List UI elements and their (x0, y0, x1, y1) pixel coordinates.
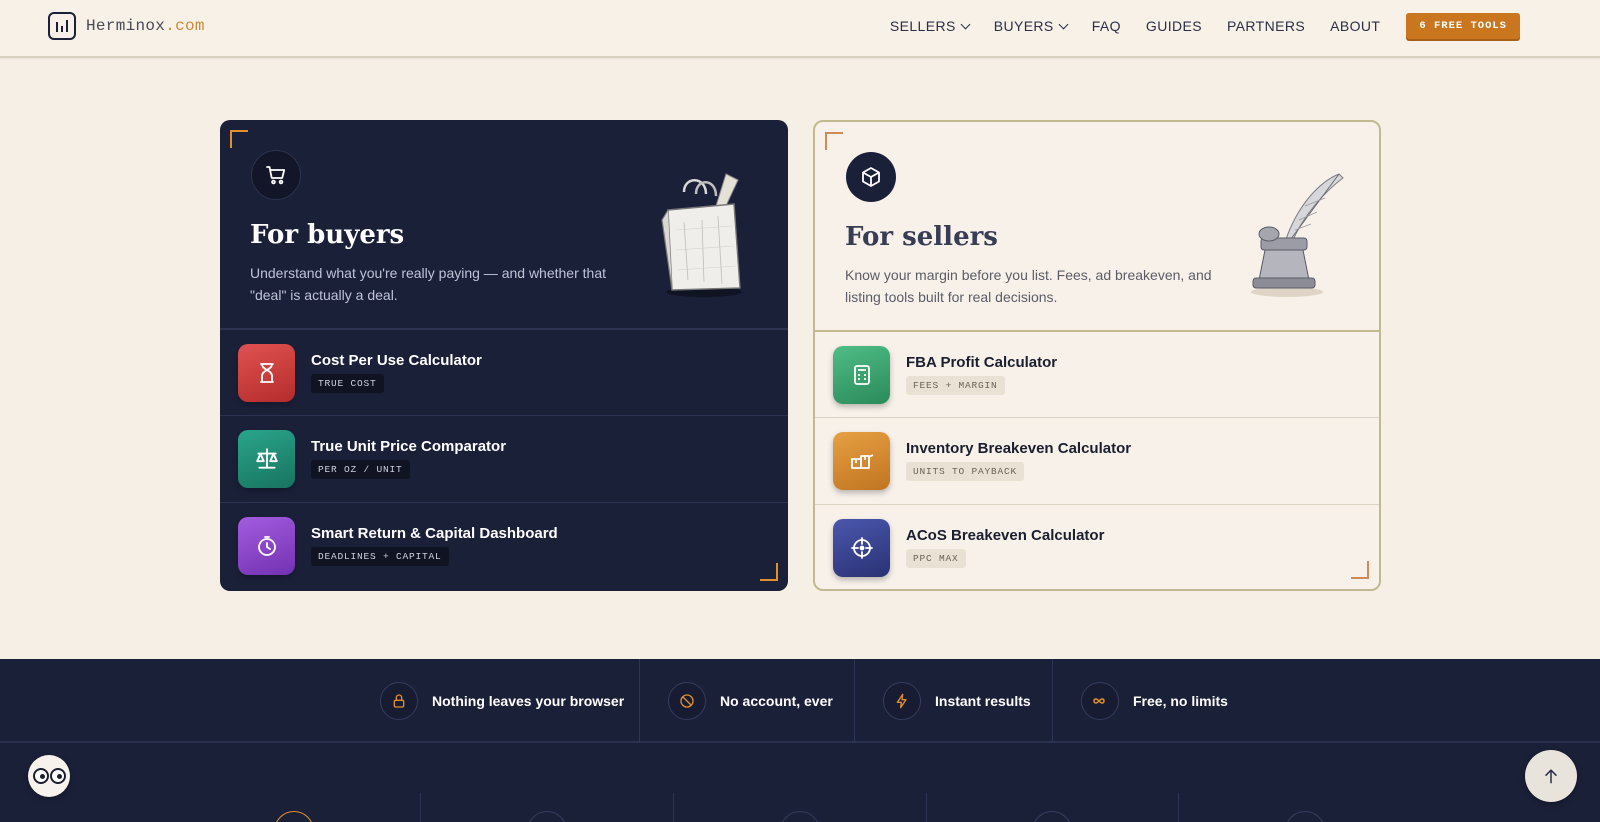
arrow-up-icon (1545, 769, 1557, 784)
tool-tag: TRUE COST (311, 374, 384, 393)
divider (673, 793, 674, 822)
tool-unit-price[interactable]: True Unit Price Comparator PER OZ / UNIT (220, 415, 788, 502)
main-nav: SELLERS BUYERS FAQ GUIDES PARTNERS ABOUT… (865, 0, 1600, 52)
clock-icon (238, 517, 295, 575)
nav-buyers[interactable]: BUYERS (994, 18, 1069, 34)
tool-name: Smart Return & Capital Dashboard (311, 525, 558, 542)
feature-instant: Instant results (883, 659, 1031, 743)
inventory-icon (833, 432, 890, 490)
buyers-card: For buyers Understand what you're really… (220, 120, 788, 591)
tool-tag: DEADLINES + CAPITAL (311, 547, 449, 566)
divider (1178, 793, 1179, 822)
free-tools-button[interactable]: 6 FREE TOOLS (1406, 13, 1520, 39)
feature-label: No account, ever (720, 693, 833, 709)
tool-name: Inventory Breakeven Calculator (906, 440, 1132, 457)
feature-no-account: No account, ever (668, 659, 833, 743)
calculator-icon (833, 346, 890, 404)
tool-name: FBA Profit Calculator (906, 354, 1058, 371)
tool-acos-breakeven[interactable]: ACoS Breakeven Calculator PPC MAX (815, 504, 1379, 589)
tool-fba-profit[interactable]: FBA Profit Calculator FEES + MARGIN (815, 330, 1379, 417)
tool-tag: FEES + MARGIN (906, 376, 1005, 395)
hourglass-icon (238, 344, 295, 402)
buyers-title: For buyers (250, 220, 405, 250)
feature-label: Nothing leaves your browser (432, 693, 625, 709)
site-header: Herminox.com SELLERS BUYERS FAQ GUIDES P… (0, 0, 1600, 58)
quill-inkwell-illustration (1239, 172, 1349, 305)
mascot-eyes-icon[interactable] (28, 755, 70, 797)
divider (420, 793, 421, 822)
divider (854, 659, 855, 743)
feature-free: Free, no limits (1081, 659, 1228, 743)
infinity-icon (1081, 682, 1119, 720)
tool-cost-per-use[interactable]: Cost Per Use Calculator TRUE COST (220, 328, 788, 415)
feature-label: Free, no limits (1133, 693, 1228, 709)
brand-name: Herminox.com (86, 17, 205, 35)
sellers-title: For sellers (845, 222, 998, 252)
sellers-tool-list: FBA Profit Calculator FEES + MARGIN Inve… (815, 330, 1379, 589)
ban-icon (668, 682, 706, 720)
bar-chart-icon (48, 12, 76, 40)
eye-icon (32, 768, 49, 784)
shopping-bag-illustration (654, 170, 750, 303)
tool-inventory-breakeven[interactable]: Inventory Breakeven Calculator UNITS TO … (815, 417, 1379, 504)
sellers-card: For sellers Know your margin before you … (813, 120, 1381, 591)
corner-accent (230, 130, 248, 148)
cart-icon (251, 150, 301, 200)
scale-icon (238, 430, 295, 488)
tool-name: Cost Per Use Calculator (311, 352, 482, 369)
chevron-down-icon (1058, 19, 1069, 29)
nav-partners[interactable]: PARTNERS (1227, 18, 1305, 34)
trust-strip: Nothing leaves your browser No account, … (0, 659, 1600, 743)
feature-private: Nothing leaves your browser (380, 659, 624, 743)
divider (1052, 659, 1053, 743)
corner-accent (825, 132, 843, 150)
feature-label: Instant results (935, 693, 1031, 709)
nav-guides[interactable]: GUIDES (1146, 18, 1202, 34)
divider (639, 659, 640, 743)
tool-return-dashboard[interactable]: Smart Return & Capital Dashboard DEADLIN… (220, 502, 788, 589)
eye-icon (49, 768, 66, 784)
buyers-tool-list: Cost Per Use Calculator TRUE COST True U… (220, 328, 788, 589)
chevron-down-icon (960, 19, 971, 29)
buyers-description: Understand what you're really paying — a… (250, 265, 606, 303)
target-icon (833, 519, 890, 577)
nav-sellers[interactable]: SELLERS (890, 18, 971, 34)
nav-faq[interactable]: FAQ (1092, 18, 1121, 34)
tool-name: ACoS Breakeven Calculator (906, 527, 1105, 544)
tool-tag: PER OZ / UNIT (311, 460, 410, 479)
tool-tag: UNITS TO PAYBACK (906, 462, 1025, 481)
box-icon (846, 152, 896, 202)
divider (926, 793, 927, 822)
tool-name: True Unit Price Comparator (311, 438, 507, 455)
scroll-to-top-button[interactable] (1525, 750, 1577, 802)
nav-about[interactable]: ABOUT (1330, 18, 1380, 34)
lock-icon (380, 682, 418, 720)
tool-tag: PPC MAX (906, 549, 966, 568)
bolt-icon (883, 682, 921, 720)
sellers-description: Know your margin before you list. Fees, … (845, 267, 1212, 305)
brand-logo[interactable]: Herminox.com (48, 12, 205, 40)
